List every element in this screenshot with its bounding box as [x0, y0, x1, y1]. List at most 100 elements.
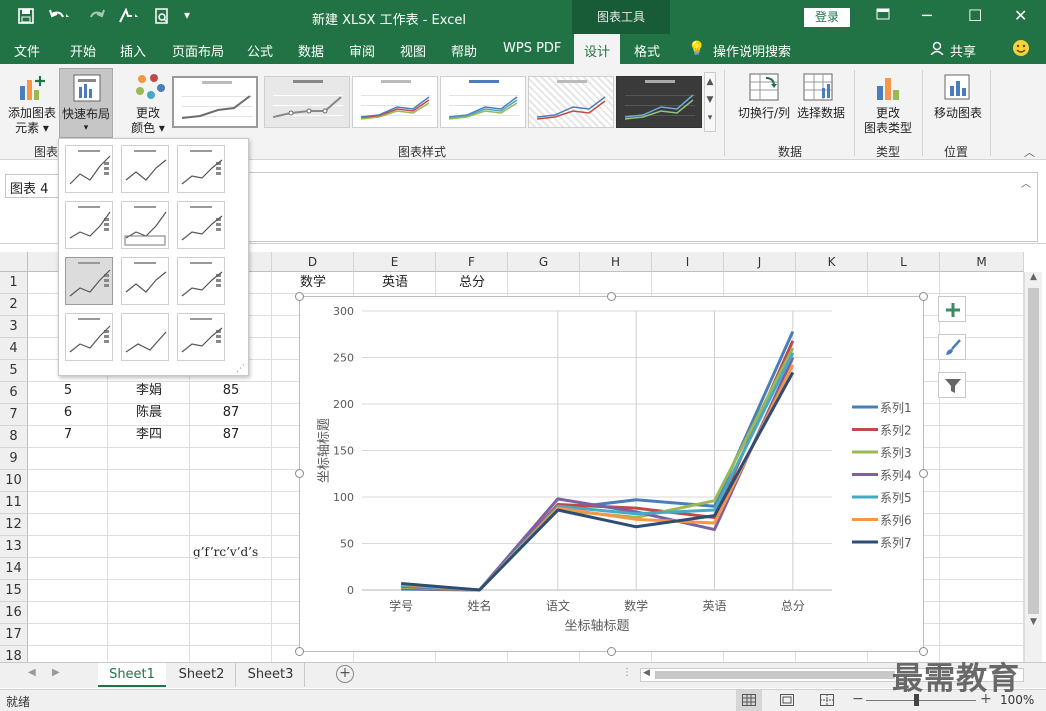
- column-header-f[interactable]: F: [436, 252, 508, 272]
- tab-home[interactable]: 开始: [70, 41, 96, 60]
- column-header-m[interactable]: M: [940, 252, 1024, 272]
- add-chart-element-button[interactable]: 添加图表 元素 ▾: [4, 106, 60, 136]
- quick-layout-button[interactable]: 快速布局 ▾: [59, 68, 113, 138]
- cell-b6[interactable]: 李娟: [108, 380, 190, 402]
- quick-layout-option-5[interactable]: [121, 201, 169, 249]
- tab-wps-pdf[interactable]: WPS PDF: [503, 41, 561, 56]
- column-header-d[interactable]: D: [272, 252, 354, 272]
- tab-split-dots[interactable]: ⋮: [622, 667, 632, 678]
- row-header-13[interactable]: 13: [0, 536, 28, 558]
- row-header-16[interactable]: 16: [0, 602, 28, 624]
- quick-layout-option-10[interactable]: [65, 313, 113, 361]
- quick-layout-option-12[interactable]: [177, 313, 225, 361]
- cell-c8[interactable]: 87: [190, 424, 272, 446]
- resize-handle-top-right[interactable]: [919, 292, 928, 301]
- collapse-ribbon-icon[interactable]: ︿: [1024, 144, 1035, 160]
- chart-style-4[interactable]: [440, 76, 526, 128]
- tab-formulas[interactable]: 公式: [247, 41, 273, 60]
- resize-handle-bottom-left[interactable]: [295, 647, 304, 656]
- tab-view[interactable]: 视图: [400, 41, 426, 60]
- tab-page-layout[interactable]: 页面布局: [172, 41, 224, 60]
- quick-layout-option-1[interactable]: [65, 145, 113, 193]
- normal-view-icon[interactable]: [736, 690, 762, 711]
- chart-style-6[interactable]: [616, 76, 702, 128]
- row-header-2[interactable]: 2: [0, 294, 28, 316]
- quick-layout-option-11[interactable]: [121, 313, 169, 361]
- add-sheet-icon[interactable]: +: [336, 665, 354, 683]
- customize-qat-icon[interactable]: ▾: [184, 8, 190, 22]
- page-break-view-icon[interactable]: [820, 694, 834, 709]
- resize-handle-right[interactable]: [919, 469, 928, 478]
- expand-formula-icon[interactable]: ︿: [1021, 175, 1031, 190]
- name-box[interactable]: 图表 4: [5, 174, 63, 198]
- select-all-corner[interactable]: [0, 252, 28, 272]
- tab-help[interactable]: 帮助: [451, 41, 477, 60]
- quick-layout-option-4[interactable]: [65, 201, 113, 249]
- column-header-g[interactable]: G: [508, 252, 580, 272]
- quick-layout-option-3[interactable]: [177, 145, 225, 193]
- row-header-1[interactable]: 1: [0, 272, 28, 294]
- cell-d1[interactable]: 数学: [272, 272, 354, 294]
- smiley-icon[interactable]: [1012, 39, 1030, 61]
- chart-styles-button[interactable]: [938, 334, 966, 360]
- resize-grip-icon[interactable]: ⋰: [236, 364, 245, 374]
- tab-design[interactable]: 设计: [574, 34, 621, 64]
- column-header-k[interactable]: K: [796, 252, 868, 272]
- maximize-icon[interactable]: ☐: [968, 6, 982, 25]
- next-sheet-arrow[interactable]: ▶: [52, 667, 60, 678]
- vertical-scrollbar[interactable]: ▲ ▼: [1024, 272, 1042, 662]
- row-header-14[interactable]: 14: [0, 558, 28, 580]
- tab-insert[interactable]: 插入: [120, 41, 146, 60]
- page-layout-view-icon[interactable]: [780, 694, 794, 709]
- change-chart-type-icon[interactable]: [874, 72, 904, 105]
- row-header-4[interactable]: 4: [0, 338, 28, 360]
- row-header-18[interactable]: 18: [0, 646, 28, 662]
- row-header-11[interactable]: 11: [0, 492, 28, 514]
- cell-c7[interactable]: 87: [190, 402, 272, 424]
- zoom-out-icon[interactable]: −: [852, 691, 864, 707]
- row-header-9[interactable]: 9: [0, 448, 28, 470]
- select-data-button[interactable]: 选择数据: [792, 106, 850, 121]
- quick-layout-option-2[interactable]: [121, 145, 169, 193]
- change-chart-type-button[interactable]: 更改 图表类型: [858, 106, 918, 136]
- undo-icon[interactable]: [48, 8, 70, 28]
- sheet-tab-sheet1[interactable]: Sheet1: [98, 663, 166, 687]
- switch-row-column-button[interactable]: 切换行/列: [734, 106, 794, 121]
- horizontal-scroll-thumb[interactable]: [655, 671, 895, 679]
- row-header-3[interactable]: 3: [0, 316, 28, 338]
- scroll-up-arrow[interactable]: ▲: [1025, 272, 1042, 286]
- tab-format[interactable]: 格式: [634, 41, 660, 60]
- column-header-j[interactable]: J: [724, 252, 796, 272]
- cell-c14-text[interactable]: g’f’rc’v’d’s: [193, 542, 258, 562]
- palette-icon[interactable]: [134, 72, 166, 105]
- vertical-scroll-thumb[interactable]: [1028, 288, 1039, 614]
- row-header-6[interactable]: 6: [0, 382, 28, 404]
- row-header-8[interactable]: 8: [0, 426, 28, 448]
- resize-handle-bottom[interactable]: [607, 647, 616, 656]
- column-header-e[interactable]: E: [354, 252, 436, 272]
- login-button[interactable]: 登录: [804, 8, 850, 27]
- cell-a7[interactable]: 6: [28, 402, 108, 424]
- row-header-15[interactable]: 15: [0, 580, 28, 602]
- chart-style-2[interactable]: [264, 76, 350, 128]
- chart-style-1[interactable]: [172, 76, 258, 128]
- line-chart[interactable]: 0 50 100 150 200 250 300 学号 姓名 语文 数学 英语 总分 坐标轴标题 坐标轴标题…: [295, 292, 928, 656]
- sheet-tab-sheet2[interactable]: Sheet2: [168, 663, 236, 687]
- close-icon[interactable]: ✕: [1014, 6, 1027, 25]
- cell-b7[interactable]: 陈晨: [108, 402, 190, 424]
- sheet-tab-sheet3[interactable]: Sheet3: [237, 663, 305, 687]
- change-colors-button[interactable]: 更改 颜色 ▾: [124, 106, 172, 136]
- styles-gallery-scroll[interactable]: ▲ ▼ ▾: [704, 72, 716, 132]
- tab-file[interactable]: 文件: [14, 41, 40, 60]
- prev-sheet-arrow[interactable]: ◀: [28, 667, 36, 678]
- zoom-slider-track[interactable]: [866, 700, 976, 701]
- chart-style-5[interactable]: [528, 76, 614, 128]
- resize-handle-top-left[interactable]: [295, 292, 304, 301]
- chart-filters-button[interactable]: [938, 372, 966, 398]
- move-chart-icon[interactable]: [942, 72, 972, 105]
- cell-c6[interactable]: 85: [190, 380, 272, 402]
- row-header-12[interactable]: 12: [0, 514, 28, 536]
- quick-layout-option-9[interactable]: [177, 257, 225, 305]
- row-header-5[interactable]: 5: [0, 360, 28, 382]
- quick-layout-option-7[interactable]: [65, 257, 113, 305]
